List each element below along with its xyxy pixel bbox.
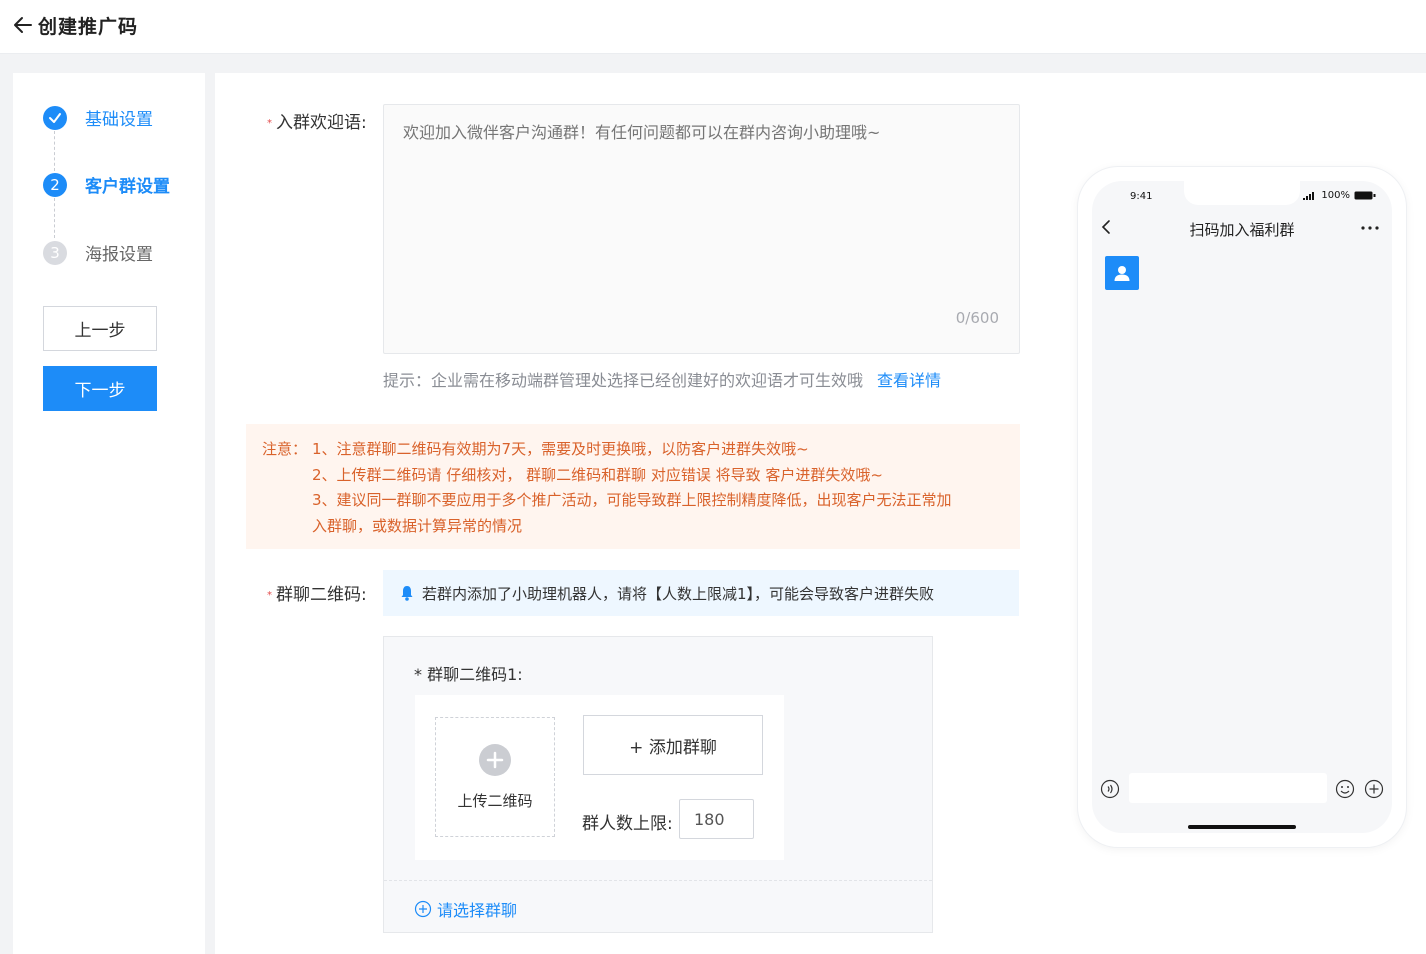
phone-preview: 9:41 100% 扫码加入福利群 <box>1078 167 1406 847</box>
notice-line: 3、建议同一群聊不要应用于多个推广活动，可能导致群上限控制精度降低，出现客户无法… <box>312 491 952 509</box>
qr-card: * 群聊二维码1: 上传二维码 + 添加群聊 群人数上限: 请选择群聊 <box>383 636 933 933</box>
required-star: * <box>267 117 272 129</box>
add-group-button[interactable]: + 添加群聊 <box>583 715 763 775</box>
welcome-textarea[interactable] <box>403 119 1003 157</box>
view-details-link[interactable]: 查看详情 <box>877 371 941 390</box>
prev-step-button[interactable]: 上一步 <box>43 306 157 351</box>
top-bar: 创建推广码 <box>0 0 1426 54</box>
avatar <box>1105 256 1139 290</box>
steps-panel: 基础设置 2 客户群设置 3 海报设置 上一步 下一步 <box>13 73 205 954</box>
home-indicator <box>1188 825 1296 829</box>
more-dots-icon[interactable] <box>1360 225 1380 231</box>
welcome-hint: 提示：企业需在移动端群管理处选择已经创建好的欢迎语才可生效哦 查看详情 <box>383 371 942 390</box>
welcome-textarea-box[interactable]: 0/600 <box>383 104 1020 354</box>
step-number: 3 <box>43 240 67 265</box>
notice-box: 注意： 1、注意群聊二维码有效期为7天，需要及时更换哦，以防客户进群失效哦~ 2、… <box>246 424 1020 549</box>
step-connector <box>54 131 55 171</box>
status-battery: 100% <box>1303 190 1376 201</box>
next-step-button[interactable]: 下一步 <box>43 366 157 411</box>
qr-label: * 群聊二维码: <box>267 585 367 605</box>
upload-plus-icon <box>479 744 511 776</box>
user-icon <box>1114 266 1130 281</box>
group-limit-label: 群人数上限: <box>582 814 673 834</box>
qr-card-title: * 群聊二维码1: <box>414 665 523 684</box>
page-title: 创建推广码 <box>38 16 139 38</box>
select-group-link[interactable]: 请选择群聊 <box>414 897 517 921</box>
step-group-settings[interactable]: 2 客户群设置 <box>43 172 170 197</box>
phone-notch <box>1184 181 1300 205</box>
qr-card-inner: 上传二维码 + 添加群聊 群人数上限: <box>415 695 784 860</box>
divider <box>384 880 932 881</box>
notice-prefix: 注意： <box>262 440 308 458</box>
phone-input-bar <box>1092 771 1392 809</box>
required-star: * <box>267 589 272 601</box>
emoji-icon[interactable] <box>1335 779 1355 799</box>
status-time: 9:41 <box>1130 191 1153 202</box>
plus-circle-icon[interactable] <box>1364 779 1384 799</box>
bell-icon <box>401 586 413 601</box>
step-label: 基础设置 <box>85 110 153 130</box>
group-limit-input[interactable] <box>679 799 754 839</box>
back-arrow-icon[interactable] <box>11 13 35 37</box>
step-poster-settings[interactable]: 3 海报设置 <box>43 240 153 265</box>
notice-line: 1、注意群聊二维码有效期为7天，需要及时更换哦，以防客户进群失效哦~ <box>312 440 809 458</box>
notice-line: 入群聊，或数据计算异常的情况 <box>312 516 523 535</box>
battery-icon <box>1354 191 1376 200</box>
phone-message-input[interactable] <box>1129 773 1327 803</box>
voice-icon[interactable] <box>1100 779 1120 799</box>
step-number: 2 <box>43 172 67 197</box>
step-label: 客户群设置 <box>85 177 170 197</box>
upload-label: 上传二维码 <box>457 792 533 810</box>
qr-tip: 若群内添加了小助理机器人，请将【人数上限减1】，可能会导致客户进群失败 <box>383 570 1019 616</box>
battery-percent: 100% <box>1321 190 1350 201</box>
step-label: 海报设置 <box>85 245 153 265</box>
step-connector <box>54 198 55 238</box>
qr-tip-text: 若群内添加了小助理机器人，请将【人数上限减1】，可能会导致客户进群失败 <box>422 584 935 603</box>
step-basic-settings[interactable]: 基础设置 <box>43 105 153 130</box>
upload-qr-box[interactable]: 上传二维码 <box>435 717 555 837</box>
phone-screen: 9:41 100% 扫码加入福利群 <box>1092 181 1392 833</box>
char-count: 0/600 <box>955 309 999 327</box>
circle-plus-icon <box>414 900 432 918</box>
notice-line: 2、上传群二维码请 仔细核对， 群聊二维码和群聊 对应错误 将导致 客户进群失效… <box>312 465 883 484</box>
signal-icon <box>1303 191 1315 200</box>
step-done-check-icon <box>43 105 67 130</box>
welcome-label: * 入群欢迎语: <box>267 113 367 133</box>
phone-title: 扫码加入福利群 <box>1189 221 1295 239</box>
